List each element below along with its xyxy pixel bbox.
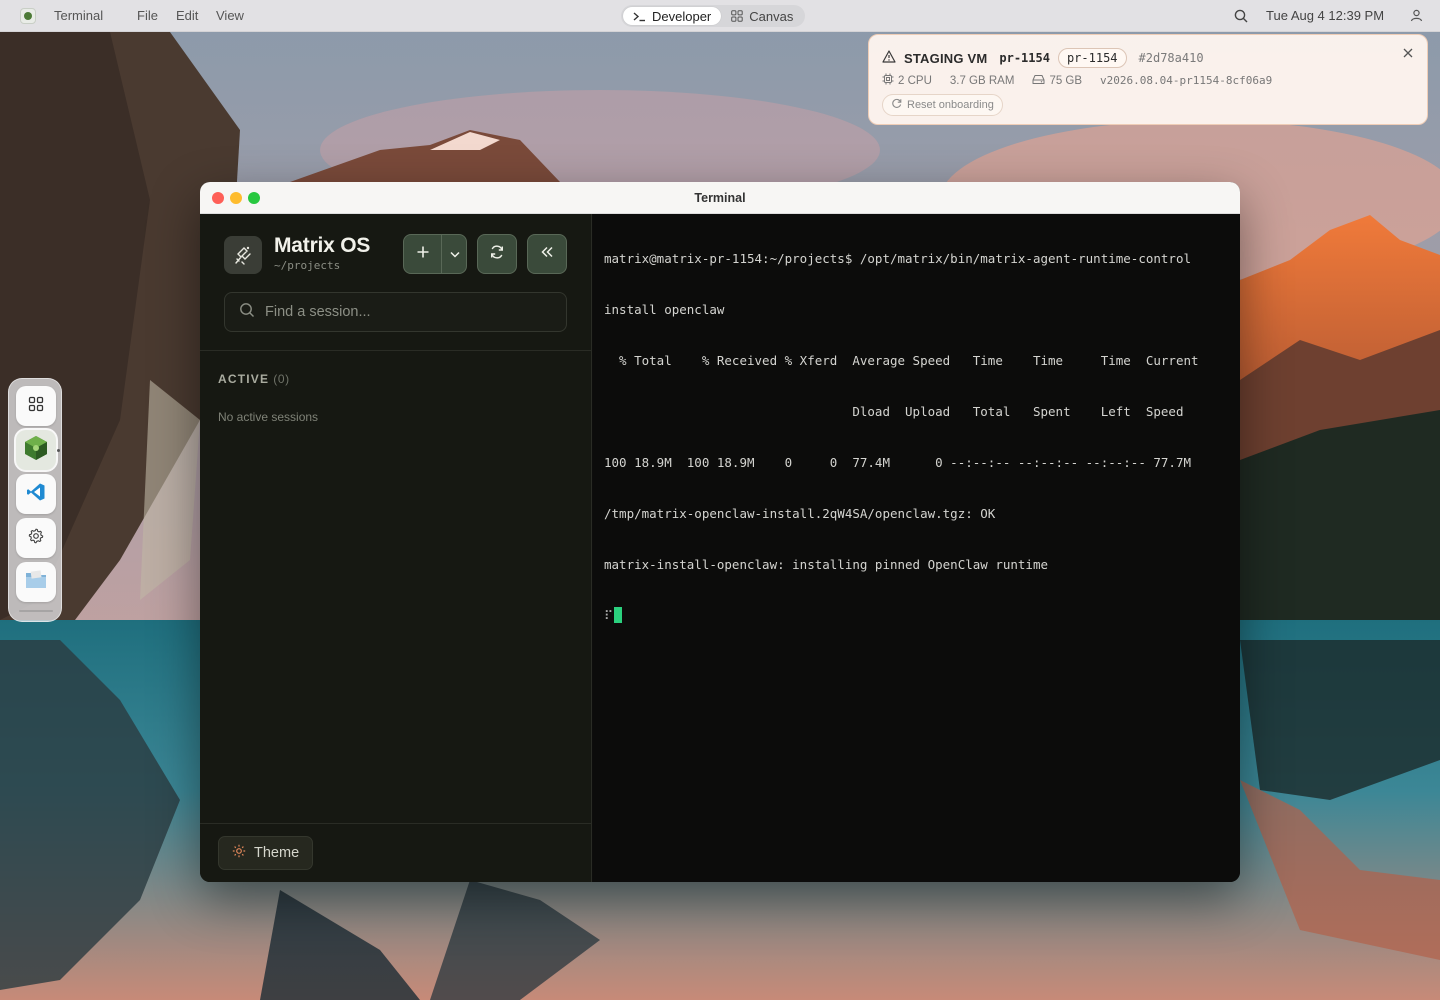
matrix-logo-icon (224, 236, 262, 274)
matrix-cube-icon (22, 434, 50, 467)
dock-matrix-terminal-button[interactable] (16, 430, 56, 470)
sidebar-footer-divider (200, 823, 592, 824)
terminal-prompt-line: ⠏ (604, 607, 1240, 624)
terminal-line: matrix-install-openclaw: installing pinn… (604, 557, 1049, 572)
workspace-switcher: Developer Canvas (621, 5, 806, 27)
new-session-split-button (403, 234, 467, 274)
chevrons-left-icon (540, 245, 554, 263)
brand-path: ~/projects (274, 259, 341, 272)
menubar-clock[interactable]: Tue Aug 4 12:39 PM (1266, 8, 1384, 23)
empty-sessions-text: No active sessions (218, 410, 319, 424)
menu-edit[interactable]: Edit (176, 8, 198, 23)
terminal-prompt-icon (633, 11, 646, 22)
session-sidebar: Matrix OS ~/projects Find a session... A… (200, 214, 592, 882)
chevron-down-icon (450, 245, 460, 263)
dock-apps-button[interactable] (16, 386, 56, 426)
refresh-icon (891, 98, 902, 112)
new-session-options-button[interactable] (443, 235, 466, 273)
active-app-name[interactable]: Terminal (54, 8, 103, 23)
cpu-icon (882, 73, 894, 88)
close-icon[interactable] (1403, 47, 1413, 61)
sun-icon (232, 844, 246, 862)
dock-files-button[interactable] (16, 562, 56, 602)
spinner-glyph: ⠏ (604, 608, 614, 623)
terminal-cursor (614, 607, 623, 623)
plus-icon (416, 245, 430, 264)
active-sessions-count: (0) (273, 372, 290, 386)
dock-settings-button[interactable] (16, 518, 56, 558)
tab-developer-label: Developer (652, 8, 712, 24)
tab-canvas[interactable]: Canvas (721, 7, 803, 25)
banner-pr-pill[interactable]: pr-1154 (1057, 48, 1127, 68)
active-sessions-heading: ACTIVE (0) (218, 372, 290, 386)
terminal-line: % Total % Received % Xferd Average Speed… (604, 353, 1199, 368)
collapse-sidebar-button[interactable] (527, 234, 567, 274)
window-titlebar[interactable]: Terminal (200, 182, 1240, 214)
banner-branch: pr-1154 (999, 51, 1050, 65)
files-folder-icon (24, 569, 48, 596)
terminal-output[interactable]: matrix@matrix-pr-1154:~/projects$ /opt/m… (593, 214, 1240, 882)
menu-file[interactable]: File (137, 8, 158, 23)
user-icon[interactable] (1410, 9, 1423, 25)
terminal-window: Terminal Matrix OS ~/projects Find a ses… (200, 182, 1240, 882)
apps-grid-icon (28, 396, 44, 417)
terminal-line: install openclaw (604, 302, 725, 317)
staging-vm-banner: STAGING VM pr-1154 pr-1154 #2d78a410 2 C… (868, 34, 1428, 125)
banner-disk: 75 GB (1049, 74, 1083, 87)
terminal-line: 100 18.9M 100 18.9M 0 0 77.4M 0 --:--:--… (604, 455, 1191, 470)
new-session-button[interactable] (404, 235, 442, 273)
brand-title: Matrix OS (274, 234, 371, 257)
dock (8, 378, 62, 622)
tab-canvas-label: Canvas (749, 8, 794, 24)
refresh-icon (489, 244, 505, 265)
settings-gear-icon (28, 528, 44, 549)
search-icon (239, 302, 255, 323)
vscode-icon (26, 482, 46, 507)
dock-running-indicator (57, 449, 60, 452)
disk-icon (1032, 74, 1045, 88)
dock-separator (19, 610, 53, 612)
window-title: Terminal (694, 191, 746, 205)
tab-developer[interactable]: Developer (623, 7, 722, 25)
banner-ram: 3.7 GB RAM (949, 74, 1015, 87)
reset-onboarding-button[interactable]: Reset onboarding (882, 94, 1003, 116)
banner-title: STAGING VM (904, 50, 988, 66)
search-icon[interactable] (1234, 9, 1248, 26)
banner-commit-hash: #2d78a410 (1138, 51, 1204, 65)
terminal-line: Dload Upload Total Spent Left Speed (604, 404, 1184, 419)
active-sessions-label: ACTIVE (218, 372, 270, 386)
theme-button[interactable]: Theme (218, 836, 314, 870)
banner-cpu: 2 CPU (898, 74, 932, 87)
matrix-app-icon[interactable] (20, 8, 36, 24)
grid-icon (731, 10, 743, 22)
warning-icon (882, 50, 896, 66)
theme-button-label: Theme (254, 845, 300, 861)
menu-view[interactable]: View (216, 8, 244, 23)
banner-version: v2026.08.04-pr1154-8cf06a9 (1100, 74, 1273, 87)
refresh-sessions-button[interactable] (477, 234, 517, 274)
terminal-line: matrix@matrix-pr-1154:~/projects$ /opt/m… (604, 251, 1191, 266)
sidebar-divider (200, 350, 592, 351)
session-search (224, 292, 567, 332)
dock-vscode-button[interactable] (16, 474, 56, 514)
menu-bar: Terminal File Edit View Developer Canvas… (0, 0, 1440, 32)
terminal-line: /tmp/matrix-openclaw-install.2qW4SA/open… (604, 506, 996, 521)
session-search-input[interactable] (265, 304, 545, 320)
reset-onboarding-label: Reset onboarding (907, 99, 994, 111)
